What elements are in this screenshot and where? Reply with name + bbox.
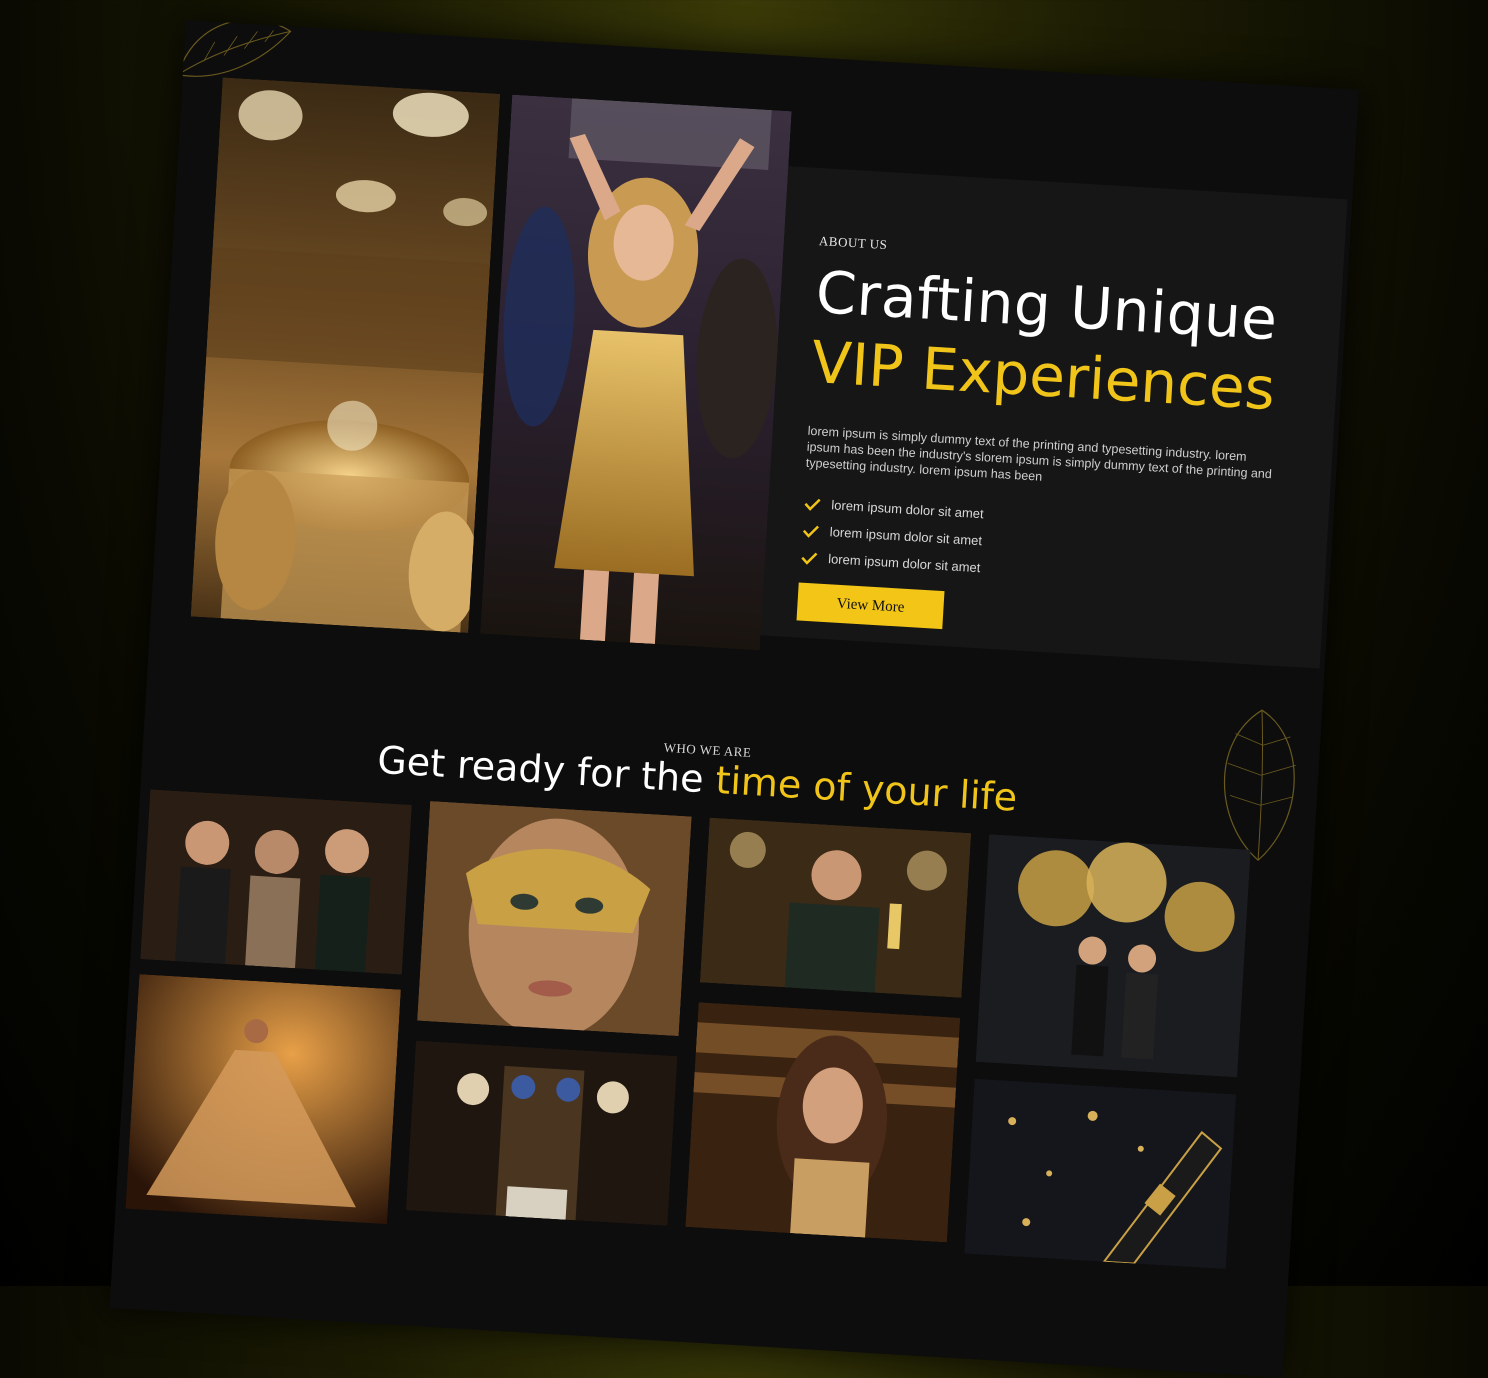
who-title-accent: time of your life — [714, 757, 1019, 820]
gallery-photo-friends — [140, 789, 412, 975]
dancing-woman-photo — [480, 94, 792, 651]
screenshot-stage: ABOUT US Crafting Unique VIP Experiences… — [0, 0, 1488, 1378]
checklist-item-label: lorem ipsum dolor sit amet — [830, 497, 985, 522]
checklist-item-label: lorem ipsum dolor sit amet — [827, 551, 981, 576]
gallery-photo-gown — [125, 974, 401, 1225]
gallery-photo-mask-woman — [417, 801, 692, 1037]
gallery-photo-balloons — [975, 834, 1251, 1078]
gallery-photo-masquerade-hall — [405, 1040, 678, 1226]
gallery-photo-man-champagne — [699, 817, 972, 998]
check-icon — [802, 525, 820, 538]
feature-checklist: lorem ipsum dolor sit amet lorem ipsum d… — [799, 490, 984, 582]
checklist-item-label: lorem ipsum dolor sit amet — [829, 524, 983, 549]
leaf-icon — [1198, 702, 1317, 868]
gallery-photo-champagne-confetti — [964, 1078, 1237, 1270]
check-icon — [801, 552, 818, 565]
gallery-photo-woman-bar — [685, 1002, 961, 1243]
banquet-hall-photo — [190, 77, 501, 633]
check-icon — [804, 498, 821, 511]
website-page: ABOUT US Crafting Unique VIP Experiences… — [109, 20, 1359, 1378]
